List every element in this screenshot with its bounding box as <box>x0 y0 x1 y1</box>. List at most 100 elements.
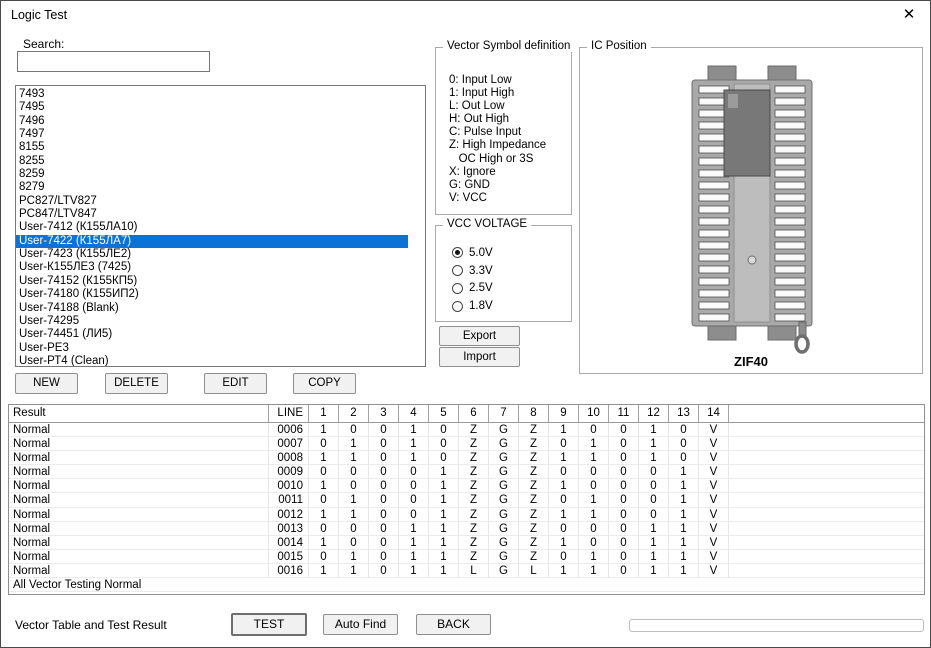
column-header[interactable]: 4 <box>399 405 429 422</box>
vcc-option-2-5V[interactable]: 2.5V <box>452 280 493 298</box>
chip-list-item[interactable]: User-РТ4 (Clean) <box>16 355 425 367</box>
value-cell: 0 <box>609 493 639 507</box>
close-icon[interactable]: ✕ <box>898 5 920 25</box>
line-cell: 0013 <box>269 522 309 536</box>
value-cell: 0 <box>369 423 399 437</box>
value-cell: 1 <box>549 508 579 522</box>
new-button[interactable]: NEW <box>15 373 78 394</box>
table-row[interactable]: Normal001410011ZGZ10011V <box>9 536 924 550</box>
value-cell: 1 <box>549 479 579 493</box>
value-cell: 0 <box>609 451 639 465</box>
chip-list-item[interactable]: User-74152 (К155КП5) <box>16 275 425 288</box>
export-button[interactable]: Export <box>439 326 520 346</box>
table-row[interactable]: Normal000811010ZGZ11010V <box>9 451 924 465</box>
test-button[interactable]: TEST <box>231 613 307 636</box>
column-header[interactable]: 8 <box>519 405 549 422</box>
column-header[interactable]: 13 <box>669 405 699 422</box>
vcc-option-1-8V[interactable]: 1.8V <box>452 297 493 315</box>
chip-list-item[interactable]: 7493 <box>16 88 425 101</box>
table-row[interactable]: Normal000701010ZGZ01010V <box>9 437 924 451</box>
row-filler <box>729 550 924 564</box>
table-row[interactable]: Normal001010001ZGZ10001V <box>9 479 924 493</box>
edit-button[interactable]: EDIT <box>204 373 267 394</box>
column-header[interactable]: 12 <box>639 405 669 422</box>
radio-icon <box>452 283 463 294</box>
column-header[interactable]: Result <box>9 405 269 422</box>
chip-list-item[interactable]: User-7423 (К155ЛЕ2) <box>16 248 425 261</box>
value-cell: G <box>489 437 519 451</box>
table-row[interactable]: Normal001611011LGL11011V <box>9 564 924 578</box>
value-cell: V <box>699 550 729 564</box>
chip-list-item[interactable]: User-74451 (ЛИ5) <box>16 328 425 341</box>
back-button[interactable]: BACK <box>416 614 491 635</box>
value-cell: 0 <box>399 465 429 479</box>
chip-list-item[interactable]: 8279 <box>16 181 425 194</box>
column-header[interactable]: 3 <box>369 405 399 422</box>
chip-list-item[interactable]: User-К155ЛЕ3 (7425) <box>16 261 425 274</box>
column-header[interactable]: 10 <box>579 405 609 422</box>
value-cell: 0 <box>669 423 699 437</box>
value-cell: 0 <box>369 437 399 451</box>
value-cell: 1 <box>639 423 669 437</box>
vector-symbol-line: Z: High Impedance <box>449 139 546 152</box>
value-cell: 1 <box>669 536 699 550</box>
column-header[interactable]: 7 <box>489 405 519 422</box>
column-header[interactable]: 1 <box>309 405 339 422</box>
search-input[interactable] <box>17 51 210 72</box>
column-header[interactable]: 9 <box>549 405 579 422</box>
chip-list-item[interactable]: 7496 <box>16 115 425 128</box>
value-cell: G <box>489 465 519 479</box>
chip-list-item[interactable]: User-7422 (К155ЛА7) <box>16 235 408 248</box>
column-header[interactable]: 2 <box>339 405 369 422</box>
table-row[interactable]: Normal000900001ZGZ00001V <box>9 465 924 479</box>
chip-list[interactable]: 74937495749674978155825582598279PC827/LT… <box>15 85 426 367</box>
column-header[interactable]: 5 <box>429 405 459 422</box>
table-row[interactable]: Normal001101001ZGZ01001V <box>9 493 924 507</box>
auto-find-button[interactable]: Auto Find <box>323 614 398 635</box>
chip-list-item[interactable]: PC847/LTV847 <box>16 208 425 221</box>
table-row[interactable]: Normal001300011ZGZ00011V <box>9 522 924 536</box>
chip-list-item[interactable]: PC827/LTV827 <box>16 195 425 208</box>
value-cell: 1 <box>639 522 669 536</box>
result-cell: Normal <box>9 536 269 550</box>
value-cell: 0 <box>369 465 399 479</box>
value-cell: V <box>699 522 729 536</box>
column-header[interactable]: 6 <box>459 405 489 422</box>
chip-list-item[interactable]: User-74188 (Blank) <box>16 302 425 315</box>
chip-list-item[interactable]: 7495 <box>16 101 425 114</box>
table-header-row: ResultLINE1234567891011121314 <box>9 405 924 423</box>
chip-list-item[interactable]: User-74295 <box>16 315 425 328</box>
chip-list-item[interactable]: 8259 <box>16 168 425 181</box>
import-button[interactable]: Import <box>439 347 520 367</box>
value-cell: 0 <box>369 508 399 522</box>
chip-list-item[interactable]: User-7412 (К155ЛА10) <box>16 221 425 234</box>
value-cell: V <box>699 564 729 578</box>
chip-list-item[interactable]: 8255 <box>16 155 425 168</box>
result-cell: Normal <box>9 508 269 522</box>
vcc-option-3-3V[interactable]: 3.3V <box>452 262 493 280</box>
value-cell: 0 <box>609 550 639 564</box>
table-summary-row: All Vector Testing Normal <box>9 578 924 592</box>
value-cell: 0 <box>339 536 369 550</box>
value-cell: 1 <box>309 479 339 493</box>
delete-button[interactable]: DELETE <box>105 373 168 394</box>
vector-table[interactable]: ResultLINE1234567891011121314Normal00061… <box>8 404 925 595</box>
table-row[interactable]: Normal000610010ZGZ10010V <box>9 423 924 437</box>
column-header[interactable]: 11 <box>609 405 639 422</box>
value-cell: 0 <box>369 536 399 550</box>
copy-button[interactable]: COPY <box>293 373 356 394</box>
value-cell: 0 <box>669 437 699 451</box>
chip-list-item[interactable]: User-74180 (К155ИП2) <box>16 288 425 301</box>
vcc-option-5-0V[interactable]: 5.0V <box>452 244 493 262</box>
chip-list-item[interactable]: User-РЕ3 <box>16 342 425 355</box>
column-header[interactable]: LINE <box>269 405 309 422</box>
chip-list-item[interactable]: 7497 <box>16 128 425 141</box>
row-filler <box>729 564 924 578</box>
value-cell: 0 <box>309 550 339 564</box>
zif-socket-icon <box>672 64 832 354</box>
value-cell: 1 <box>429 508 459 522</box>
chip-list-item[interactable]: 8155 <box>16 141 425 154</box>
table-row[interactable]: Normal001501011ZGZ01011V <box>9 550 924 564</box>
column-header[interactable]: 14 <box>699 405 729 422</box>
table-row[interactable]: Normal001211001ZGZ11001V <box>9 508 924 522</box>
